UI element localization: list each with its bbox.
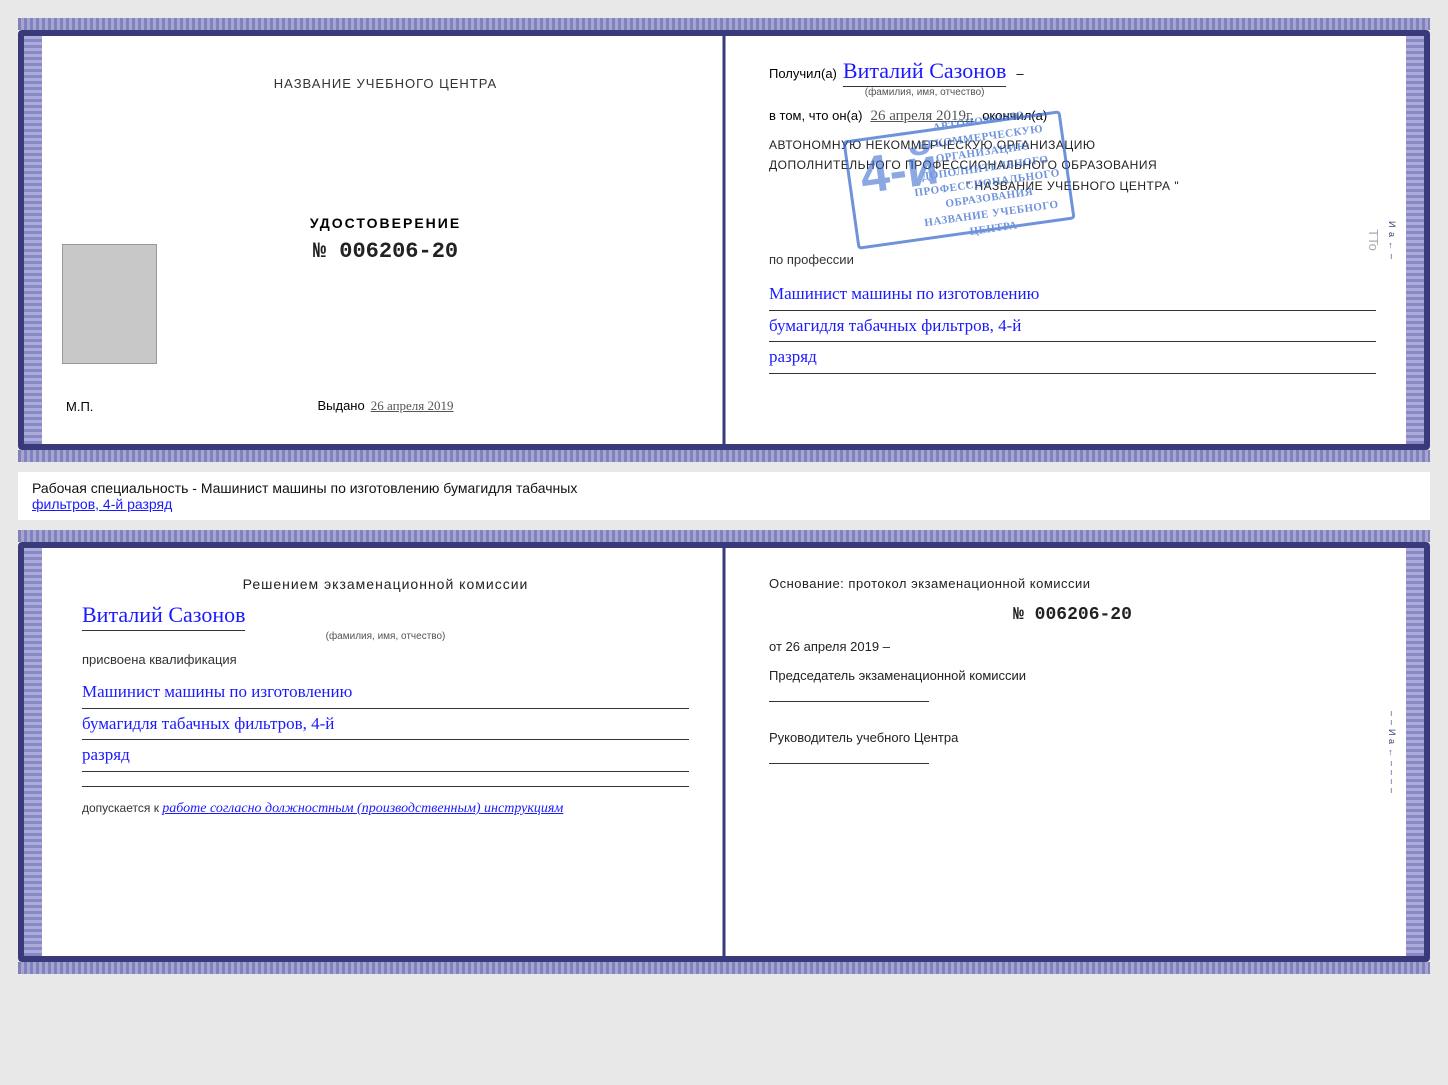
chairman-label: Председатель экзаменационной комиссии: [769, 668, 1376, 702]
center-name-title: НАЗВАНИЕ УЧЕБНОГО ЦЕНТРА: [274, 76, 497, 91]
admitted-row: допускается к работе согласно должностны…: [82, 801, 689, 817]
vert-char-1: И: [1387, 221, 1397, 227]
right-page: Получил(а) Виталий Сазонов (фамилия, имя…: [729, 36, 1406, 444]
left-page: НАЗВАНИЕ УЧЕБНОГО ЦЕНТРА УДОСТОВЕРЕНИЕ №…: [42, 36, 729, 444]
date-dash: –: [883, 639, 890, 654]
in-that-date: 26 апреля 2019г.: [870, 108, 974, 125]
info-text-underline: фильтров, 4-й разряд: [32, 496, 172, 512]
date-value: 26 апреля 2019: [786, 639, 880, 654]
bottom-vert-char-8: –: [1387, 779, 1397, 784]
cert-center-block: УДОСТОВЕРЕНИЕ № 006206-20: [310, 215, 461, 264]
bottom-vert-char-9: –: [1387, 788, 1397, 793]
date-prefix: от: [769, 639, 782, 654]
bottom-profession-lines: Машинист машины по изготовлению бумагидл…: [82, 677, 689, 772]
profession-line3: разряд: [769, 342, 1376, 374]
top-doc-bottom-strip: [18, 450, 1430, 462]
profession-line1: Машинист машины по изготовлению: [769, 279, 1376, 311]
tto-mark: TTo: [1366, 229, 1381, 251]
cert-label: УДОСТОВЕРЕНИЕ: [310, 215, 461, 231]
right-vert-chars: И а ← –: [1382, 36, 1402, 444]
certificate-top-doc: НАЗВАНИЕ УЧЕБНОГО ЦЕНТРА УДОСТОВЕРЕНИЕ №…: [18, 30, 1430, 450]
assigned-label: присвоена квалификация: [82, 652, 689, 667]
vert-char-4: –: [1387, 254, 1397, 259]
photo-placeholder: [62, 244, 157, 364]
head-signature-line: [769, 763, 929, 764]
left-decorative-strip: [24, 36, 42, 444]
cert-number: № 006206-20: [313, 239, 458, 264]
bottom-vert-char-4: а: [1387, 739, 1397, 744]
org-text: АВТОНОМНУЮ НЕКОММЕРЧЕСКУЮ ОРГАНИЗАЦИЮ ДО…: [769, 135, 1376, 196]
name-sublabel-top: (фамилия, имя, отчество): [865, 87, 985, 98]
profession-prefix: по профессии: [769, 252, 854, 267]
issued-row: Выдано 26 апреля 2019: [317, 398, 453, 414]
in-that-prefix: в том, что он(а): [769, 108, 862, 123]
bottom-name-sublabel: (фамилия, имя, отчество): [82, 631, 689, 642]
finished-label: окончил(а): [982, 108, 1047, 123]
info-bar: Рабочая специальность - Машинист машины …: [18, 472, 1430, 520]
right-date-row: от 26 апреля 2019 –: [769, 639, 1376, 654]
bottom-left-strip: [24, 548, 42, 956]
in-that-line: в том, что он(а) 26 апреля 2019г. окончи…: [769, 108, 1376, 125]
bottom-vert-char-6: –: [1387, 761, 1397, 766]
bottom-right-strip: [1406, 548, 1424, 956]
vert-char-3: ←: [1387, 241, 1397, 250]
profession-lines: Машинист машины по изготовлению бумагидл…: [769, 279, 1376, 374]
info-text-prefix: Рабочая специальность - Машинист машины …: [32, 480, 577, 496]
bottom-vert-char-7: –: [1387, 770, 1397, 775]
chairman-text: Председатель экзаменационной комиссии: [769, 668, 1026, 683]
head-label: Руководитель учебного Центра: [769, 730, 1376, 764]
bottom-profession-line2: бумагидля табачных фильтров, 4-й: [82, 709, 689, 741]
right-decorative-strip: [1406, 36, 1424, 444]
bottom-vert-char-3: И: [1387, 729, 1397, 735]
certificate-bottom-doc: Решением экзаменационной комиссии Витали…: [18, 542, 1430, 962]
bottom-profession-line1: Машинист машины по изготовлению: [82, 677, 689, 709]
org-line2: ДОПОЛНИТЕЛЬНОГО ПРОФЕССИОНАЛЬНОГО ОБРАЗО…: [769, 155, 1376, 175]
osnov-label: Основание: протокол экзаменационной коми…: [769, 576, 1376, 591]
top-border-strip: [18, 18, 1430, 30]
profession-line2: бумагидля табачных фильтров, 4-й: [769, 311, 1376, 343]
admitted-prefix: допускается к: [82, 801, 159, 815]
bottom-name-block: Виталий Сазонов (фамилия, имя, отчество): [82, 602, 689, 642]
org-line1: АВТОНОМНУЮ НЕКОММЕРЧЕСКУЮ ОРГАНИЗАЦИЮ: [769, 135, 1376, 155]
bottom-doc-bottom-strip: [18, 962, 1430, 974]
stamp-line6: НАЗВАНИЕ УЧЕБНОГО ЦЕНТРА: [917, 196, 1069, 247]
stamp-block: АВТОНОМНУЮ НЕКОММЕРЧЕСКУЮ ОРГАНИЗАЦИЮ ДО…: [769, 135, 1376, 235]
profession-block: по профессии: [769, 251, 1376, 269]
org-line3: " НАЗВАНИЕ УЧЕБНОГО ЦЕНТРА ": [769, 176, 1376, 196]
received-line: Получил(а) Виталий Сазонов (фамилия, имя…: [769, 58, 1376, 98]
issued-prefix: Выдано: [317, 398, 364, 413]
right-number: № 006206-20: [769, 605, 1376, 625]
received-prefix: Получил(а): [769, 66, 837, 81]
bottom-vert-char-2: –: [1387, 720, 1397, 725]
issued-date: 26 апреля 2019: [371, 398, 454, 414]
bottom-doc-top-strip: [18, 530, 1430, 542]
separator-line: [82, 786, 689, 787]
bottom-profession-line3: разряд: [82, 740, 689, 772]
bottom-vert-char-5: ←: [1387, 748, 1397, 757]
commission-title: Решением экзаменационной комиссии: [82, 576, 689, 592]
mp-label: М.П.: [66, 399, 93, 414]
chairman-signature-line: [769, 701, 929, 702]
recipient-name: Виталий Сазонов: [843, 58, 1006, 87]
bottom-vert-char-1: –: [1387, 711, 1397, 716]
bottom-right-page: Основание: протокол экзаменационной коми…: [729, 548, 1406, 956]
admitted-text: работе согласно должностным (производств…: [162, 801, 563, 816]
bottom-fullname: Виталий Сазонов: [82, 602, 245, 631]
bottom-left-page: Решением экзаменационной комиссии Витали…: [42, 548, 729, 956]
vert-char-2: а: [1387, 232, 1397, 237]
bottom-right-vert-chars: – – И а ← – – – –: [1382, 548, 1402, 956]
head-text: Руководитель учебного Центра: [769, 730, 958, 745]
